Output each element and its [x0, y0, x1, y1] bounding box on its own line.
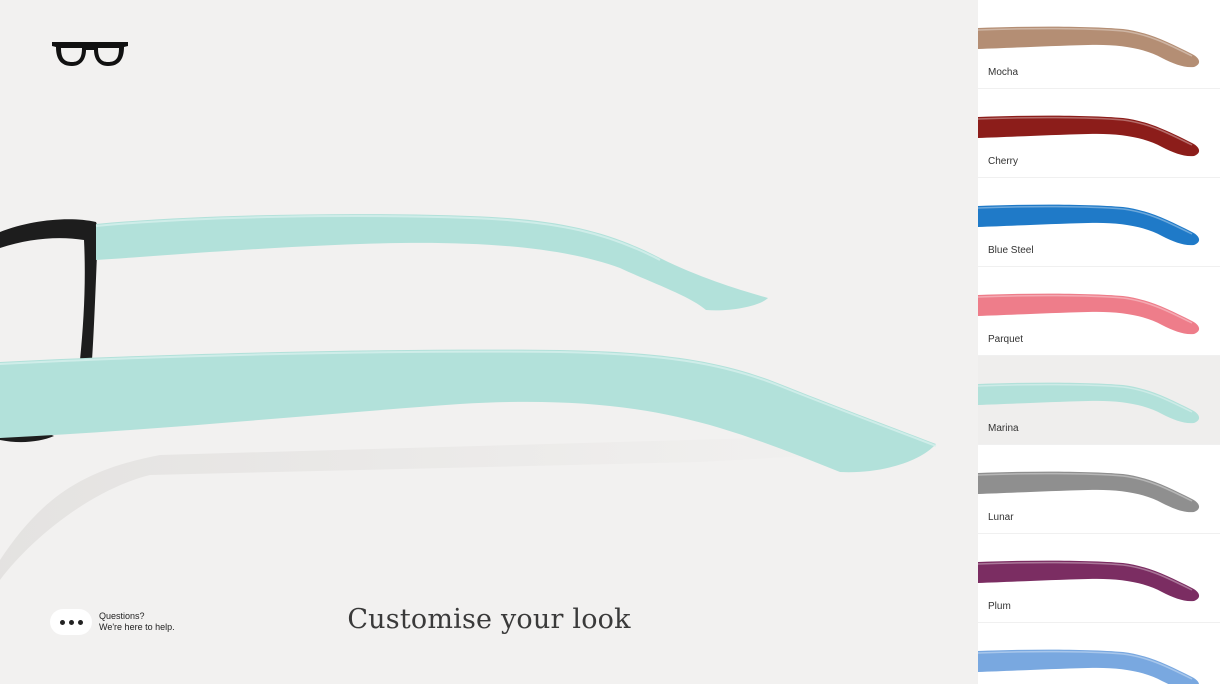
temple-swatch-shape: [978, 382, 1200, 424]
temple-arm-back: [96, 214, 768, 311]
temple-swatch-shape: [978, 560, 1200, 602]
color-option-label: Parquet: [988, 334, 1024, 345]
temple-swatch-shape: [978, 293, 1200, 335]
temple-swatch-shape: [978, 471, 1200, 513]
frame-front-top: [0, 219, 98, 360]
glasses-icon[interactable]: [50, 38, 130, 70]
temple-swatch-shape: [978, 204, 1200, 246]
temple-swatch-image: [978, 560, 1200, 602]
cast-shadow: [0, 438, 880, 580]
color-option-label: Blue Steel: [988, 245, 1034, 256]
temple-swatch-image: [978, 204, 1200, 246]
color-option-label: Lunar: [988, 512, 1014, 523]
temple-swatch-image: [978, 293, 1200, 335]
color-option-more[interactable]: [978, 623, 1220, 684]
color-option-label: Cherry: [988, 156, 1019, 167]
color-option-marina[interactable]: Marina: [978, 356, 1220, 445]
glasses-temple-hero-image: [0, 214, 937, 580]
color-option-cherry[interactable]: Cherry: [978, 89, 1220, 178]
color-option-blue-steel[interactable]: Blue Steel: [978, 178, 1220, 267]
temple-swatch-image: [978, 649, 1199, 684]
temple-swatch-shape: [978, 26, 1200, 68]
color-option-plum[interactable]: Plum: [978, 534, 1220, 623]
temple-swatch-shape: [978, 115, 1200, 157]
color-options-panel[interactable]: Mocha Cherry Blue Steel Parquet Marina Lunar P…: [978, 0, 1220, 684]
color-option-mocha[interactable]: Mocha: [978, 0, 1220, 89]
temple-swatch-image: [978, 115, 1200, 157]
color-option-label: Mocha: [988, 67, 1019, 78]
temple-swatch-image: [978, 26, 1200, 68]
color-option-label: Marina: [988, 423, 1019, 434]
temple-swatch-image: [978, 471, 1200, 513]
color-option-lunar[interactable]: Lunar: [978, 445, 1220, 534]
product-stage: Questions? We're here to help. Customise…: [0, 0, 978, 684]
page-title: Customise your look: [347, 604, 631, 635]
temple-swatch-image: [978, 382, 1200, 424]
color-option-label: Plum: [988, 601, 1011, 612]
color-option-parquet[interactable]: Parquet: [978, 267, 1220, 356]
